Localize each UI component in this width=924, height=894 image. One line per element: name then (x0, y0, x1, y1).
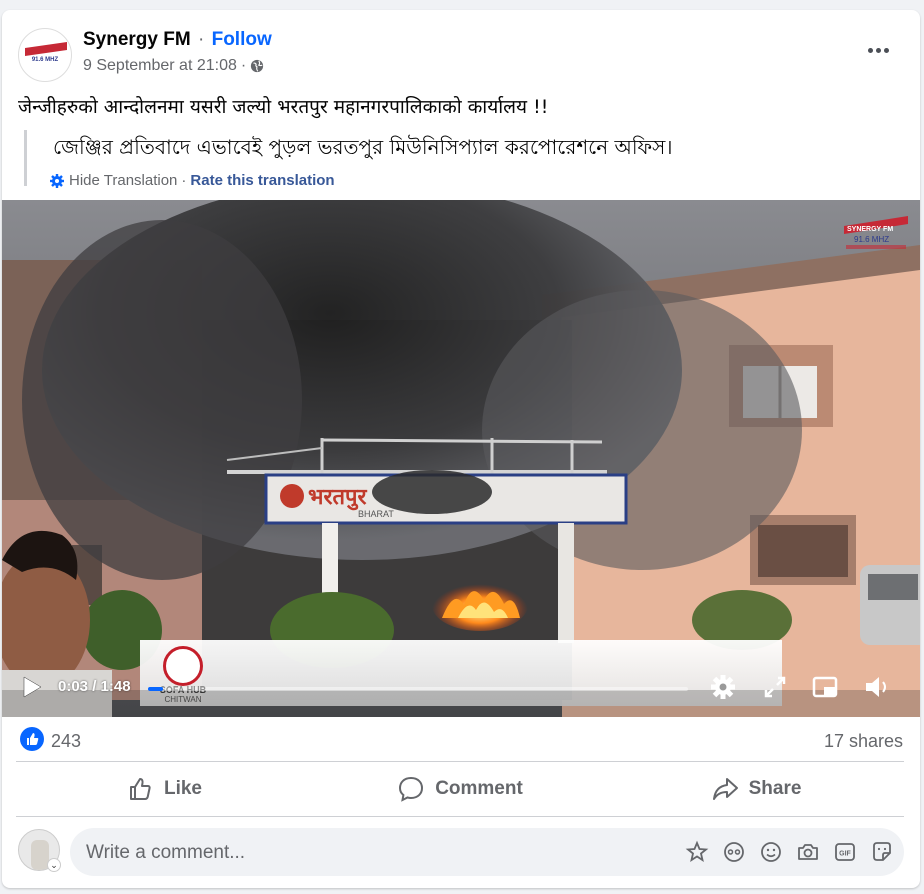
sign-text: भरतपुर (308, 485, 368, 511)
translation-links: Hide Translation · Rate this translation (49, 172, 673, 189)
fullscreen-icon[interactable] (760, 672, 790, 702)
meta-separator: · (240, 57, 247, 74)
share-count[interactable]: 17 shares (824, 731, 903, 752)
video-progress-fill (148, 687, 164, 691)
share-arrow-icon (712, 778, 738, 800)
divider (16, 816, 904, 817)
video-frame: भरतपुर BHARAT (2, 200, 920, 717)
synergy-watermark: SYNERGY FM 91.6 MHZ (844, 214, 910, 254)
sticker-icon[interactable] (870, 840, 894, 864)
like-reaction-icon[interactable] (20, 727, 44, 751)
hide-translation-link[interactable]: Hide Translation (69, 172, 177, 189)
sign-sub-text: BHARAT (358, 509, 394, 519)
avatar-logo-bar (25, 42, 67, 56)
post-text: जेन्जीहरुको आन्दोलनमा यसरी जल्यो भरतपुर … (18, 96, 549, 118)
translation-text: জেঞ্জির প্রতিবাদে এভাবেই পুড়ল ভরতপুর মি… (53, 135, 673, 159)
video-player[interactable]: भरतपुर BHARAT SYNERGY FM 91.6 MHZ SOFA H… (2, 200, 920, 717)
post-header: 91.6 MHZ Synergy FM · Follow 9 September… (2, 10, 920, 90)
comment-placeholder: Write a comment... (86, 842, 246, 863)
post-timestamp[interactable]: 9 September at 21:08 (83, 57, 237, 75)
page-avatar[interactable]: 91.6 MHZ (18, 28, 72, 82)
watermark-logo-icon: SYNERGY FM 91.6 MHZ (844, 216, 908, 249)
reaction-count[interactable]: 243 (51, 731, 81, 752)
comment-composer: ⌄ Write a comment... GIF (2, 826, 920, 876)
globe-icon (251, 59, 264, 73)
picture-in-picture-icon[interactable] (810, 672, 840, 702)
video-controls: 0:03 / 1:48 (2, 654, 920, 710)
settings-gear-icon[interactable] (708, 672, 738, 702)
post-card: 91.6 MHZ Synergy FM · Follow 9 September… (2, 10, 920, 888)
play-icon[interactable] (22, 676, 42, 698)
video-progress-bar[interactable] (148, 687, 688, 691)
comment-tools: GIF (685, 840, 894, 864)
share-label: Share (748, 778, 802, 799)
avatar-logo-text: 91.6 MHZ (31, 57, 59, 63)
ai-icon[interactable] (722, 840, 746, 864)
action-bar: Like Comment Share (16, 766, 904, 812)
chevron-down-icon[interactable]: ⌄ (47, 858, 61, 872)
avatar-sticker-icon[interactable] (685, 840, 709, 864)
comment-bubble-icon (399, 776, 424, 802)
video-time: 0:03 / 1:48 (58, 678, 131, 695)
page-name[interactable]: Synergy FM (83, 29, 191, 50)
translation-separator: · (181, 172, 187, 189)
emoji-icon[interactable] (759, 840, 783, 864)
volume-icon[interactable] (862, 672, 892, 702)
name-separator: · (197, 29, 205, 50)
gif-icon[interactable]: GIF (833, 840, 857, 864)
comment-button[interactable]: Comment (312, 766, 608, 812)
thumbs-up-icon (129, 778, 151, 800)
divider (16, 761, 904, 762)
watermark-text-2: 91.6 MHZ (854, 235, 889, 244)
comment-label: Comment (435, 778, 523, 799)
post-meta: 9 September at 21:08 · (83, 57, 264, 75)
translation-gear-icon (50, 173, 64, 188)
comment-input[interactable]: Write a comment... GIF (70, 828, 904, 876)
like-button[interactable]: Like (16, 766, 312, 812)
watermark-text-1: SYNERGY FM (847, 226, 893, 233)
page-name-row: Synergy FM · Follow (83, 29, 272, 51)
like-label: Like (163, 778, 203, 799)
svg-text:GIF: GIF (839, 851, 851, 858)
camera-icon[interactable] (796, 840, 820, 864)
post-stats: 243 17 shares (2, 727, 920, 755)
more-options-icon[interactable] (868, 40, 892, 60)
share-button[interactable]: Share (608, 766, 904, 812)
follow-button[interactable]: Follow (212, 29, 272, 50)
translation-block: জেঞ্জির প্রতিবাদে এভাবেই পুড়ল ভরতপুর মি… (24, 130, 673, 189)
rate-translation-link[interactable]: Rate this translation (190, 172, 334, 189)
